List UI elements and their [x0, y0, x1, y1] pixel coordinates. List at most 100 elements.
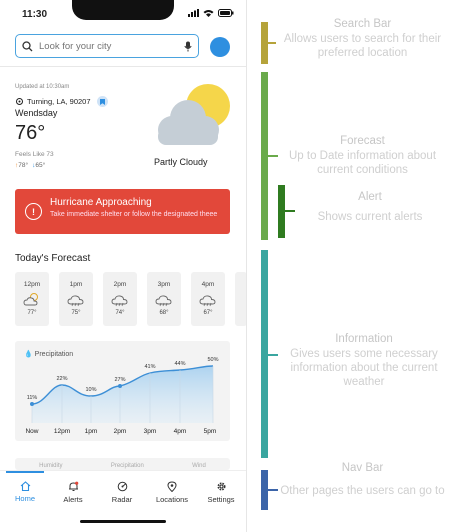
precip-value: 27% [114, 377, 125, 383]
hour-temp: 77° [27, 310, 37, 316]
precip-axis-label: 12pm [54, 428, 70, 435]
nav-locations[interactable]: Locations [149, 481, 195, 504]
peek-precipitation: Precipitation [110, 463, 144, 469]
gear-icon [216, 482, 226, 491]
nav-home[interactable]: Home [2, 481, 48, 503]
home-icon [20, 481, 30, 491]
precipitation-card: 💧 Precipitation 11% 22% 10% 27% 41% 44% … [15, 341, 230, 441]
hour-time: 2pm [113, 281, 127, 288]
nav-home-label: Home [14, 494, 35, 503]
avatar[interactable] [210, 37, 230, 57]
wifi-icon [203, 10, 214, 17]
forecast-annotation-desc: Up to Date information about current con… [288, 150, 437, 176]
low-temp: 65° [35, 162, 46, 169]
precip-value: 11% [27, 395, 38, 401]
location-pin-icon [167, 481, 177, 492]
information-marker [261, 250, 268, 458]
search-annotation-desc: Allows users to search for their preferr… [283, 33, 442, 59]
info-cards-peek: Humidity Precipitation Wind [15, 458, 230, 470]
notch [72, 0, 174, 20]
hour-card[interactable]: 1pm 75° [59, 272, 93, 326]
precip-point [30, 402, 34, 406]
precipitation-chart: 11% 22% 10% 27% 41% 44% 50% Now 12pm 1pm… [25, 357, 218, 435]
precip-value: 41% [144, 364, 155, 370]
alert-annotation: Alert Shows current alerts [290, 190, 450, 224]
peek-humidity: Humidity [39, 463, 63, 469]
peek-wind: Wind [192, 463, 206, 469]
forecast-annotation-title: Forecast [340, 135, 385, 147]
hour-temp: 74° [115, 310, 125, 316]
nav-bar-tick [268, 489, 278, 491]
precip-axis-label: 5pm [204, 428, 217, 435]
nav-settings[interactable]: Settings [198, 481, 244, 504]
nav-alerts[interactable]: Alerts [50, 481, 96, 504]
divider [0, 66, 246, 67]
hour-card[interactable]: 3pm 68° [147, 272, 181, 326]
forecast-annotation: Forecast Up to Date information about cu… [280, 134, 445, 177]
current-temp: 76° [15, 122, 46, 144]
nav-annotation-desc: Other pages the users can go to [280, 485, 445, 497]
precip-axis-label: 1pm [85, 428, 98, 435]
search-bar-tick [268, 42, 276, 44]
information-annotation-title: Information [335, 333, 393, 345]
precip-value: 44% [174, 361, 185, 367]
alert-description: Take immediate shelter or follow the des… [50, 211, 218, 218]
forecast-tick [268, 155, 278, 157]
radar-icon [117, 481, 127, 492]
hour-temp: 68° [159, 310, 169, 316]
home-indicator [80, 520, 166, 523]
nav-radar[interactable]: Radar [99, 481, 145, 504]
hour-temp: 75° [71, 310, 81, 316]
search-bar[interactable] [15, 34, 199, 58]
bookmark-button[interactable] [96, 96, 108, 107]
search-icon [22, 40, 33, 51]
precip-axis-label: 4pm [174, 428, 187, 435]
microphone-icon[interactable] [184, 41, 192, 52]
precip-axis-label: 2pm [114, 428, 127, 435]
bell-icon [68, 481, 78, 491]
partly-cloudy-icon [158, 84, 230, 145]
nav-radar-label: Radar [111, 495, 133, 504]
active-indicator [6, 471, 44, 473]
hour-card-partial[interactable] [235, 272, 246, 326]
warning-icon: ! [25, 203, 42, 220]
status-icons [188, 9, 234, 17]
condition-label: Partly Cloudy [154, 157, 208, 167]
hour-temp: 67° [203, 310, 213, 316]
hour-card[interactable]: 2pm 74° [103, 272, 137, 326]
hour-card[interactable]: 4pm 67° [191, 272, 225, 326]
precip-area [32, 366, 213, 423]
bookmark-icon [99, 98, 105, 105]
low-temp-wrap: ↓65° [32, 162, 45, 169]
location-label: Turning, LA, 90207 [27, 97, 91, 106]
cloud-icon [155, 295, 172, 307]
alert-marker [278, 185, 285, 238]
hour-time: 1pm [69, 281, 83, 288]
precip-value: 50% [207, 357, 218, 363]
alert-annotation-title: Alert [358, 191, 382, 203]
hour-card[interactable]: 12pm 77° [15, 272, 49, 326]
precip-axis-label: Now [25, 428, 38, 435]
precip-value: 22% [56, 376, 67, 382]
cloud-icon [111, 295, 128, 307]
forecast-marker [261, 72, 268, 240]
nav-alerts-label: Alerts [63, 495, 83, 504]
nav-settings-label: Settings [207, 495, 235, 504]
hourly-forecast[interactable]: 12pm 77° 1pm 75° 2pm 74° 3pm 68° 4pm 67° [15, 272, 246, 326]
sun-cloud-icon [23, 293, 38, 306]
high-temp-wrap: ↑78° [15, 162, 28, 169]
alert-annotation-desc: Shows current alerts [317, 211, 423, 223]
phone-screen: 11:30 Updated at 10:30am Turning, LA, 90… [0, 0, 247, 532]
alert-banner[interactable]: ! Hurricane Approaching Take immediate s… [15, 189, 230, 234]
nav-annotation-title: Nav Bar [341, 462, 384, 474]
information-annotation: Information Gives users some necessary i… [280, 332, 448, 389]
precip-point [118, 384, 122, 388]
location-row: Turning, LA, 90207 [15, 96, 108, 107]
nav-bar-marker [261, 470, 268, 510]
signal-icon [188, 9, 199, 17]
status-time: 11:30 [22, 9, 48, 20]
location-target-icon [16, 98, 23, 105]
search-bar-marker [261, 22, 268, 64]
day-label: Wendsday [15, 108, 58, 118]
search-input[interactable] [39, 40, 178, 52]
